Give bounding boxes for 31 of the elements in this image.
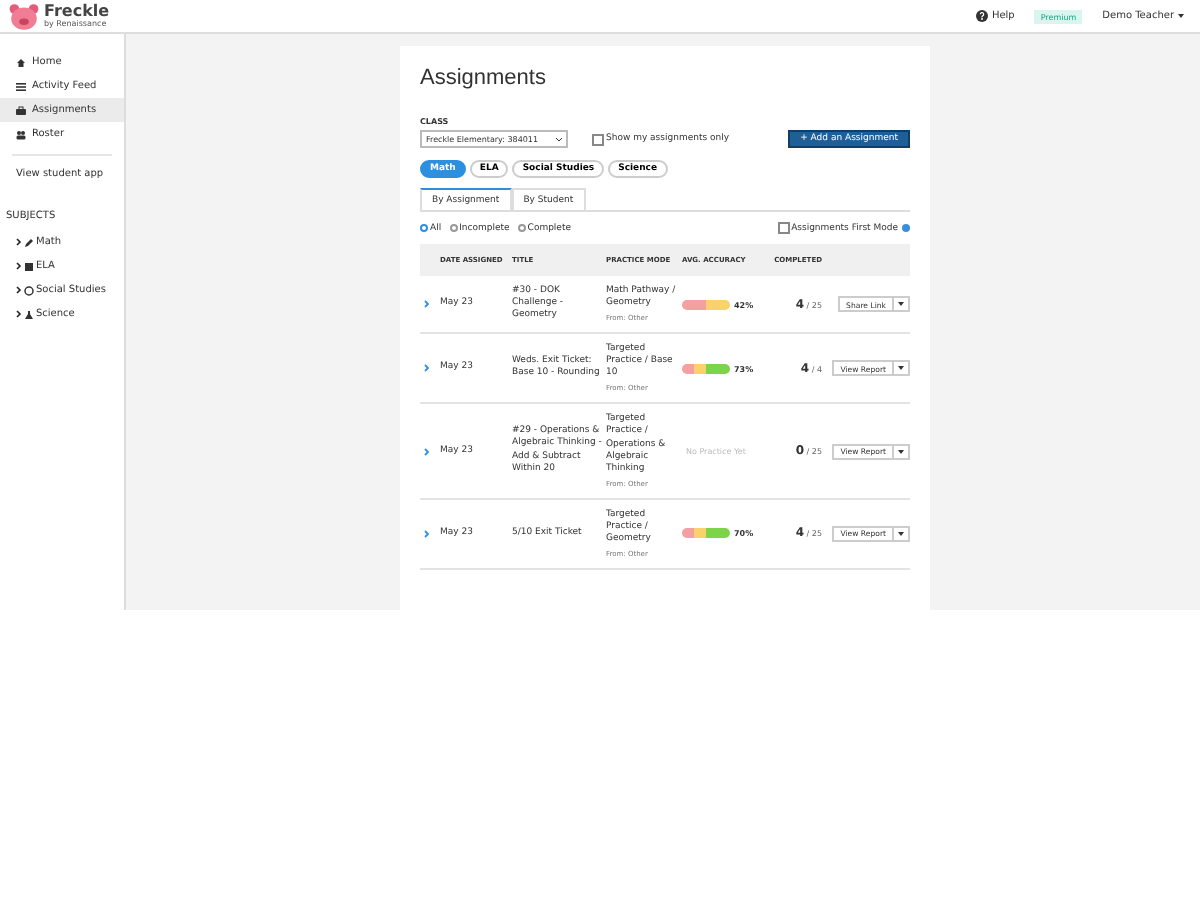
caret-icon <box>898 449 904 454</box>
brand-name: Freckle <box>44 4 110 20</box>
accuracy-bar <box>682 363 730 374</box>
expand-chevron-icon[interactable] <box>424 364 430 373</box>
dropdown-button[interactable] <box>894 296 910 313</box>
caret-icon <box>898 366 904 371</box>
accuracy-bar <box>682 528 730 539</box>
chevron-icon <box>16 238 22 246</box>
home-icon <box>16 57 26 67</box>
chevron-icon <box>16 262 22 270</box>
flask-icon <box>24 309 34 319</box>
briefcase-icon <box>16 105 26 115</box>
list-icon <box>16 81 26 91</box>
page-title: Assignments <box>420 66 548 90</box>
pencil-icon <box>24 237 34 247</box>
dropdown-button[interactable] <box>894 443 910 460</box>
chevron-icon <box>16 310 22 318</box>
dropdown-button[interactable] <box>894 360 910 377</box>
people-icon <box>16 129 26 139</box>
expand-chevron-icon[interactable] <box>424 447 430 456</box>
info-icon <box>902 224 910 232</box>
help-icon <box>975 10 988 22</box>
pig-logo-icon <box>8 3 40 29</box>
chevron-icon <box>16 286 22 294</box>
expand-chevron-icon[interactable] <box>424 529 430 538</box>
caret-icon <box>898 531 904 536</box>
dropdown-button[interactable] <box>894 525 910 542</box>
expand-chevron-icon[interactable] <box>424 300 430 309</box>
accuracy-bar <box>682 299 730 310</box>
caret-icon <box>898 302 904 307</box>
caret-icon <box>1178 14 1184 18</box>
